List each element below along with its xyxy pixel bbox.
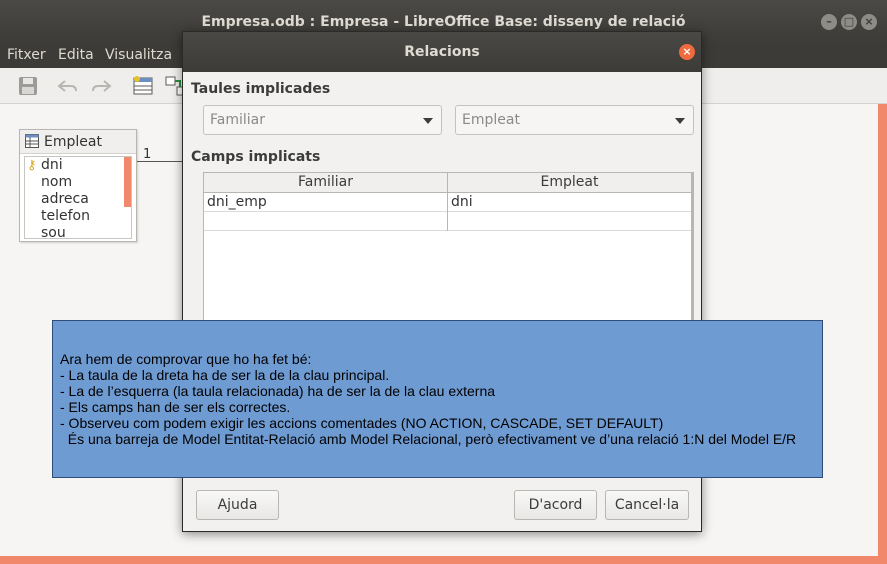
menu-view[interactable]: Visualitza (105, 47, 172, 63)
horizontal-scrollbar[interactable] (0, 556, 887, 564)
menu-file[interactable]: Fitxer (7, 47, 46, 63)
close-icon[interactable]: × (679, 44, 695, 60)
new-table-icon[interactable] (131, 74, 155, 98)
relation-cardinality: 1 (143, 147, 152, 162)
chevron-down-icon (675, 118, 685, 124)
field-item[interactable]: dni (41, 157, 63, 173)
tables-section-label: Taules implicades (191, 81, 331, 97)
chevron-down-icon (423, 118, 433, 124)
note-line: - La de l’esquerra (la taula relacionada… (60, 383, 496, 399)
dialog-title: Relacions (404, 44, 480, 60)
cancel-button[interactable]: Cancel·la (605, 490, 689, 520)
minimize-icon[interactable]: – (821, 14, 837, 30)
right-table-select[interactable]: Empleat (455, 105, 694, 135)
help-button[interactable]: Ajuda (196, 490, 279, 520)
note-line: Ara hem de comprovar que ho ha fet bé: (60, 351, 312, 367)
table-field-list[interactable]: ⚷ dni nom adreca telefon sou (24, 156, 132, 241)
undo-icon[interactable] (56, 74, 80, 98)
fields-grid[interactable]: Familiar Empleat dni_emp dni (203, 172, 694, 333)
left-table-value: Familiar (210, 112, 265, 128)
field-item[interactable]: telefon (41, 208, 90, 224)
left-table-select[interactable]: Familiar (203, 105, 442, 135)
grid-header-right[interactable]: Empleat (448, 173, 691, 193)
grid-cell[interactable] (204, 212, 447, 231)
maximize-icon[interactable]: □ (841, 14, 857, 30)
key-icon: ⚷ (27, 158, 37, 173)
vertical-scrollbar[interactable] (878, 104, 887, 556)
note-line: - La taula de la dreta ha de ser la de l… (60, 367, 390, 383)
grid-header-left[interactable]: Familiar (204, 173, 447, 193)
grid-cell[interactable]: dni (448, 193, 691, 212)
grid-cell[interactable] (448, 212, 691, 231)
annotation-note: Ara hem de comprovar que ho ha fet bé: -… (52, 320, 823, 478)
field-item[interactable]: sou (41, 225, 66, 241)
table-window-empleat[interactable]: Empleat ⚷ dni nom adreca telefon sou (19, 129, 137, 242)
grid-edge (691, 173, 693, 333)
field-item[interactable]: nom (41, 174, 72, 190)
ok-button[interactable]: D'acord (514, 490, 597, 520)
right-table-value: Empleat (462, 112, 520, 128)
note-line: - Els camps han de ser els correctes. (60, 399, 291, 415)
grid-cell[interactable]: dni_emp (204, 193, 447, 212)
field-item[interactable]: adreca (41, 191, 89, 207)
menu-edit[interactable]: Edita (58, 47, 94, 63)
save-icon[interactable] (16, 74, 40, 98)
table-window-title: Empleat (44, 134, 102, 150)
close-window-icon[interactable]: × (861, 14, 877, 30)
grid-divider (447, 173, 448, 231)
redo-icon[interactable] (89, 74, 113, 98)
window-title: Empresa.odb : Empresa - LibreOffice Base… (201, 14, 686, 30)
dialog-titlebar: Relacions × (183, 32, 701, 72)
table-window-header[interactable]: Empleat (20, 130, 136, 154)
note-line: - Observeu com podem exigir les accions … (60, 415, 664, 431)
note-line: És una barreja de Model Entitat-Relació … (60, 431, 797, 447)
fields-section-label: Camps implicats (191, 149, 321, 165)
table-icon (25, 134, 39, 152)
field-list-scrollbar[interactable] (124, 157, 131, 207)
